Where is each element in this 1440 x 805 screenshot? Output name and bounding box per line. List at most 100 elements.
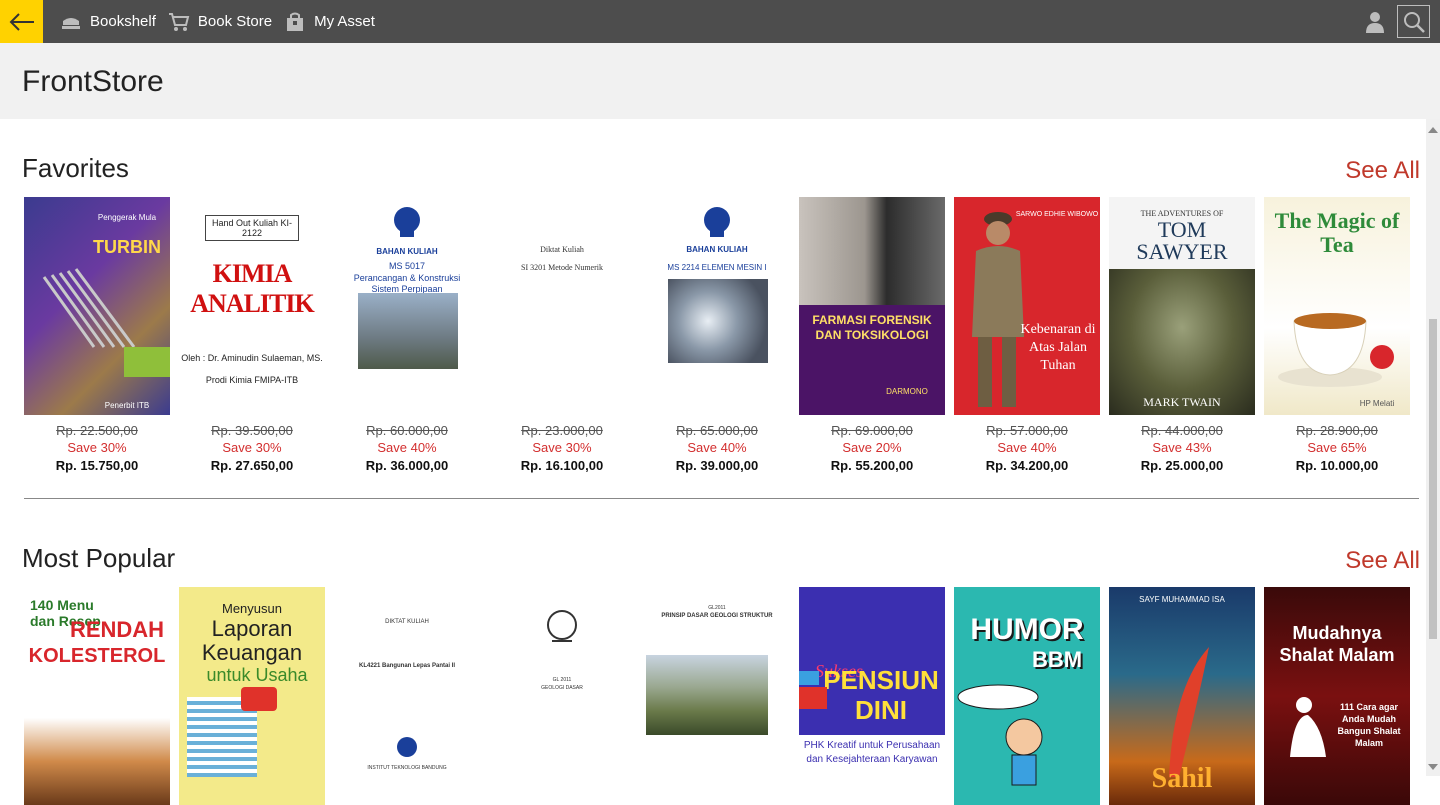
book-discount: Save 43%	[1152, 440, 1212, 455]
book-cover[interactable]: Menyusun Laporan Keuangan untuk Usaha	[179, 587, 325, 805]
book-item[interactable]: The Magic of Tea HP Melati Rp. 28.900,00…	[1264, 197, 1410, 473]
nav-bookshelf[interactable]: Bookshelf	[60, 13, 156, 31]
cover-text: Laporan Keuangan	[201, 616, 303, 665]
book-old-price: Rp. 23.000,00	[521, 423, 603, 438]
cover-photo	[358, 293, 458, 369]
most-popular-see-all-link[interactable]: See All	[1345, 547, 1420, 575]
book-old-price: Rp. 69.000,00	[831, 423, 913, 438]
book-item[interactable]: BAHAN KULIAH MS 5017 Perancangan & Konst…	[334, 197, 480, 473]
book-item[interactable]: Diktat Kuliah SI 3201 Metode Numerik Rp.…	[489, 197, 635, 473]
nav-bookshelf-label: Bookshelf	[90, 13, 156, 30]
book-cover[interactable]: Diktat Kuliah SI 3201 Metode Numerik	[489, 197, 635, 415]
cover-text: PRINSIP DASAR GEOLOGI STRUKTUR	[661, 613, 773, 619]
book-cover[interactable]: Penggerak Mula TURBIN Penerbit ITB	[24, 197, 170, 415]
cover-text: Kebenaran di Atas Jalan Tuhan	[1020, 322, 1096, 373]
cover-text: GEOLOGI DASAR	[541, 685, 583, 691]
book-cover[interactable]: THE ADVENTURES OF TOM SAWYER MARK TWAIN	[1109, 197, 1255, 415]
book-item[interactable]: GL2011 PRINSIP DASAR GEOLOGI STRUKTUR	[644, 587, 790, 805]
book-cover[interactable]: Hand Out Kuliah KI-2122 KIMIA ANALITIK O…	[179, 197, 325, 415]
scroll-down-icon[interactable]	[1428, 764, 1438, 770]
cover-photo	[799, 197, 945, 305]
book-old-price: Rp. 44.000,00	[1141, 423, 1223, 438]
cover-text: Hand Out Kuliah KI-2122	[205, 215, 299, 241]
book-old-price: Rp. 60.000,00	[366, 423, 448, 438]
nav-my-asset-label: My Asset	[314, 13, 375, 30]
book-item[interactable]: SAYF MUHAMMAD ISA Sahil	[1109, 587, 1255, 805]
book-item[interactable]: FARMASI FORENSIK DAN TOKSIKOLOGI DARMONO…	[799, 197, 945, 473]
nav-my-asset[interactable]: My Asset	[284, 12, 375, 32]
book-cover[interactable]: 140 Menu dan Resep RENDAH KOLESTEROL	[24, 587, 170, 805]
book-discount: Save 30%	[67, 440, 127, 455]
book-cover[interactable]: BAHAN KULIAH MS 2214 ELEMEN MESIN I	[644, 197, 790, 415]
book-discount: Save 30%	[532, 440, 592, 455]
cover-text: MS 2214 ELEMEN MESIN I	[667, 263, 767, 272]
cover-text: Diktat Kuliah	[540, 245, 584, 254]
cover-text: TOM SAWYER	[1136, 217, 1228, 264]
cover-text: MS 5017	[388, 261, 426, 271]
favorites-title: Favorites	[22, 153, 129, 183]
cover-text: Perancangan & Konstruksi	[353, 273, 461, 283]
book-cover[interactable]: HUMOR BBM	[954, 587, 1100, 805]
book-price: Rp. 36.000,00	[365, 458, 449, 473]
cover-text: DIKTAT KULIAH	[385, 619, 429, 625]
book-discount: Save 40%	[687, 440, 747, 455]
back-button[interactable]	[0, 0, 43, 43]
top-right-controls	[1365, 0, 1430, 43]
cartoon-illustration	[957, 684, 1043, 786]
search-icon	[1403, 11, 1425, 33]
page-scrollbar[interactable]	[1426, 119, 1440, 776]
book-cover[interactable]: Mudahnya Shalat Malam 111 Cara agar Anda…	[1264, 587, 1410, 805]
book-item[interactable]: 140 Menu dan Resep RENDAH KOLESTEROL	[24, 587, 170, 805]
book-item[interactable]: SARWO EDHIE WIBOWO Kebenaran di Atas Jal…	[954, 197, 1100, 473]
cover-text: Penerbit ITB	[104, 401, 150, 410]
itb-logo-icon	[394, 207, 420, 237]
scroll-up-icon[interactable]	[1428, 127, 1438, 133]
scroll-thumb[interactable]	[1429, 319, 1437, 639]
favorites-book-list: Penggerak Mula TURBIN Penerbit ITB Rp. 2…	[24, 197, 1419, 473]
book-item[interactable]: DIKTAT KULIAH KL4221 Bangunan Lepas Pant…	[334, 587, 480, 805]
book-item[interactable]: HUMOR BBM	[954, 587, 1100, 805]
cover-text: GL 2011	[552, 677, 572, 683]
cover-text: MARK TWAIN	[1143, 395, 1221, 409]
cover-text: HP Melati	[1359, 399, 1395, 408]
book-old-price: Rp. 22.500,00	[56, 423, 138, 438]
book-discount: Save 40%	[377, 440, 437, 455]
book-cover[interactable]: DIKTAT KULIAH KL4221 Bangunan Lepas Pant…	[334, 587, 480, 805]
cover-text: PENSIUN DINI	[823, 665, 939, 725]
cover-text: KL4221 Bangunan Lepas Pantai II	[358, 663, 456, 669]
page-header: FrontStore	[0, 43, 1440, 119]
favorites-see-all-link[interactable]: See All	[1345, 157, 1420, 185]
book-item[interactable]: GL 2011 GEOLOGI DASAR	[489, 587, 635, 805]
search-button[interactable]	[1397, 5, 1430, 38]
cover-text: Prodi Kimia FMIPA-ITB	[205, 375, 299, 385]
cover-text: KIMIA ANALITIK	[190, 259, 314, 318]
book-cover[interactable]: GL 2011 GEOLOGI DASAR	[489, 587, 635, 805]
book-item[interactable]: Mudahnya Shalat Malam 111 Cara agar Anda…	[1264, 587, 1410, 805]
book-cover[interactable]: SARWO EDHIE WIBOWO Kebenaran di Atas Jal…	[954, 197, 1100, 415]
book-item[interactable]: Sukses PENSIUN DINI PHK Kreatif untuk Pe…	[799, 587, 945, 805]
book-cover[interactable]: BAHAN KULIAH MS 5017 Perancangan & Konst…	[334, 197, 480, 415]
book-item[interactable]: THE ADVENTURES OF TOM SAWYER MARK TWAIN …	[1109, 197, 1255, 473]
bag-icon	[287, 12, 304, 31]
favorites-section: Favorites See All Penggerak Mula TURBIN …	[0, 119, 1426, 499]
user-icon[interactable]	[1365, 10, 1385, 34]
book-old-price: Rp. 65.000,00	[676, 423, 758, 438]
book-old-price: Rp. 57.000,00	[986, 423, 1068, 438]
book-item[interactable]: BAHAN KULIAH MS 2214 ELEMEN MESIN I Rp. …	[644, 197, 790, 473]
book-item[interactable]: Hand Out Kuliah KI-2122 KIMIA ANALITIK O…	[179, 197, 325, 473]
book-price: Rp. 25.000,00	[1140, 458, 1224, 473]
book-item[interactable]: Menyusun Laporan Keuangan untuk Usaha	[179, 587, 325, 805]
cart-icon	[168, 12, 190, 31]
arrow-left-icon	[9, 12, 34, 31]
book-cover[interactable]: FARMASI FORENSIK DAN TOKSIKOLOGI DARMONO	[799, 197, 945, 415]
book-price: Rp. 15.750,00	[55, 458, 139, 473]
book-cover[interactable]: SAYF MUHAMMAD ISA Sahil	[1109, 587, 1255, 805]
soldier-illustration	[972, 212, 1024, 407]
book-cover[interactable]: The Magic of Tea HP Melati	[1264, 197, 1410, 415]
book-cover[interactable]: Sukses PENSIUN DINI PHK Kreatif untuk Pe…	[799, 587, 945, 805]
ganesha-logo-icon	[547, 610, 577, 642]
nav-book-store[interactable]: Book Store	[168, 12, 272, 32]
cover-text: RENDAH	[69, 617, 165, 642]
book-item[interactable]: Penggerak Mula TURBIN Penerbit ITB Rp. 2…	[24, 197, 170, 473]
book-cover[interactable]: GL2011 PRINSIP DASAR GEOLOGI STRUKTUR	[644, 587, 790, 805]
